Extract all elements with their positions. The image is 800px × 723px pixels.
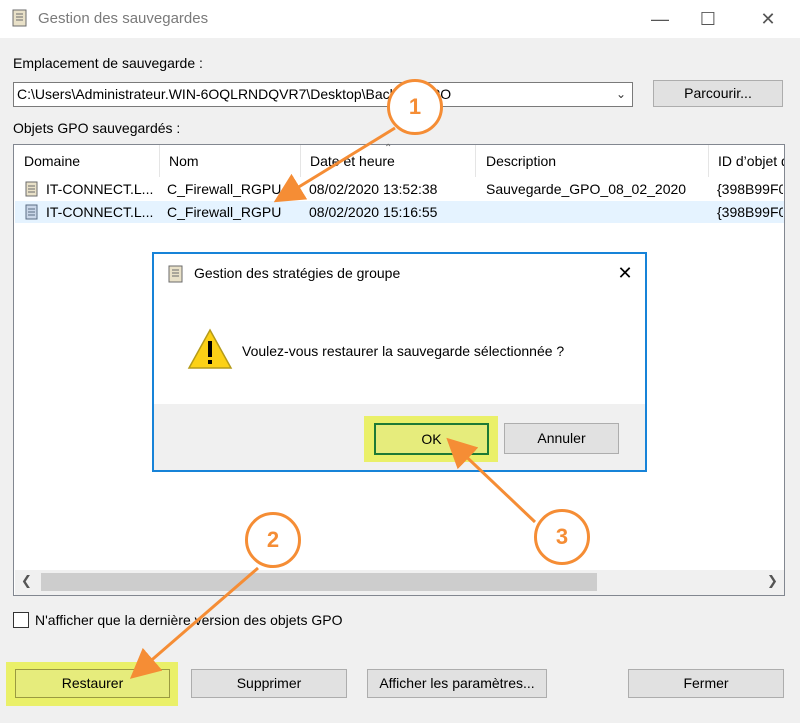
warning-icon <box>187 328 233 369</box>
cell-name: C_Firewall_RGPU <box>167 181 282 197</box>
sort-arrow-icon: ⌃ <box>384 143 393 154</box>
annotation-3: 3 <box>534 509 590 565</box>
restore-button[interactable]: Restaurer <box>15 669 170 698</box>
table-row[interactable]: IT-CONNECT.L... C_Firewall_RGPU 08/02/20… <box>15 178 784 200</box>
window-title: Gestion des sauvegardes <box>38 10 209 27</box>
annotation-1: 1 <box>387 79 443 135</box>
scroll-left-icon[interactable]: ❮ <box>21 573 32 589</box>
dialog-close-icon[interactable]: ✕ <box>612 260 638 286</box>
cell-date: 08/02/2020 13:52:38 <box>309 181 438 197</box>
scroll-icon <box>12 9 27 27</box>
chevron-down-icon[interactable]: ⌄ <box>610 83 632 106</box>
confirm-dialog: Gestion des stratégies de groupe ✕ Voule… <box>152 252 647 472</box>
table-row-selected[interactable]: IT-CONNECT.L... C_Firewall_RGPU 08/02/20… <box>15 201 784 223</box>
title-bar: Gestion des sauvegardes — ☐ ✕ <box>0 0 800 38</box>
show-params-button-label: Afficher les paramètres... <box>379 675 535 691</box>
horizontal-scrollbar[interactable]: ❮ ❯ <box>15 570 784 595</box>
cell-domain: IT-CONNECT.L... <box>46 204 154 220</box>
latest-version-label[interactable]: N'afficher que la dernière version des o… <box>35 612 342 628</box>
delete-button[interactable]: Supprimer <box>191 669 347 698</box>
latest-version-checkbox[interactable] <box>13 612 29 628</box>
show-params-button[interactable]: Afficher les paramètres... <box>367 669 547 698</box>
close-icon[interactable]: ✕ <box>749 6 787 32</box>
dialog-title: Gestion des stratégies de groupe <box>194 265 401 281</box>
backup-location-value: C:\Users\Administrateur.WIN-6OQLRNDQVR7\… <box>17 86 452 102</box>
scroll-right-icon[interactable]: ❯ <box>767 573 778 589</box>
scrollbar-thumb[interactable] <box>41 573 597 591</box>
restore-button-label: Restaurer <box>61 675 124 691</box>
minimize-icon[interactable]: — <box>641 6 679 32</box>
close-button[interactable]: Fermer <box>628 669 784 698</box>
annotation-2: 2 <box>245 512 301 568</box>
browse-button[interactable]: Parcourir... <box>653 80 783 107</box>
cancel-button-label: Annuler <box>537 430 586 446</box>
dialog-title-bar: Gestion des stratégies de groupe ✕ <box>154 254 645 292</box>
cell-domain: IT-CONNECT.L... <box>46 181 154 197</box>
location-label: Emplacement de sauvegarde : <box>13 55 203 71</box>
gpo-scroll-icon <box>25 181 38 197</box>
gpo-scroll-icon <box>25 204 38 220</box>
maximize-icon[interactable]: ☐ <box>689 6 727 32</box>
column-header-id[interactable]: ID d’objet d <box>708 145 784 177</box>
cell-id: {398B99F0 <box>717 181 783 197</box>
close-button-label: Fermer <box>683 675 729 691</box>
objects-label: Objets GPO sauvegardés : <box>13 120 181 136</box>
column-header-description[interactable]: Description <box>476 145 709 177</box>
scroll-icon <box>168 265 183 283</box>
delete-button-label: Supprimer <box>236 675 302 691</box>
cancel-button[interactable]: Annuler <box>504 423 619 454</box>
dialog-body: Voulez-vous restaurer la sauvegarde séle… <box>154 292 645 404</box>
cell-id: {398B99F0 <box>717 204 783 220</box>
dialog-message: Voulez-vous restaurer la sauvegarde séle… <box>242 343 565 359</box>
cell-date: 08/02/2020 15:16:55 <box>309 204 438 220</box>
column-header-name[interactable]: Nom <box>159 145 301 177</box>
browse-button-label: Parcourir... <box>684 85 752 101</box>
cell-description: Sauvegarde_GPO_08_02_2020 <box>486 181 687 197</box>
column-header-domain[interactable]: Domaine <box>14 145 160 177</box>
backup-location-combo[interactable]: C:\Users\Administrateur.WIN-6OQLRNDQVR7\… <box>13 82 633 107</box>
ok-button-label: OK <box>421 431 442 447</box>
cell-name: C_Firewall_RGPU <box>167 204 282 220</box>
ok-button[interactable]: OK <box>374 423 489 455</box>
